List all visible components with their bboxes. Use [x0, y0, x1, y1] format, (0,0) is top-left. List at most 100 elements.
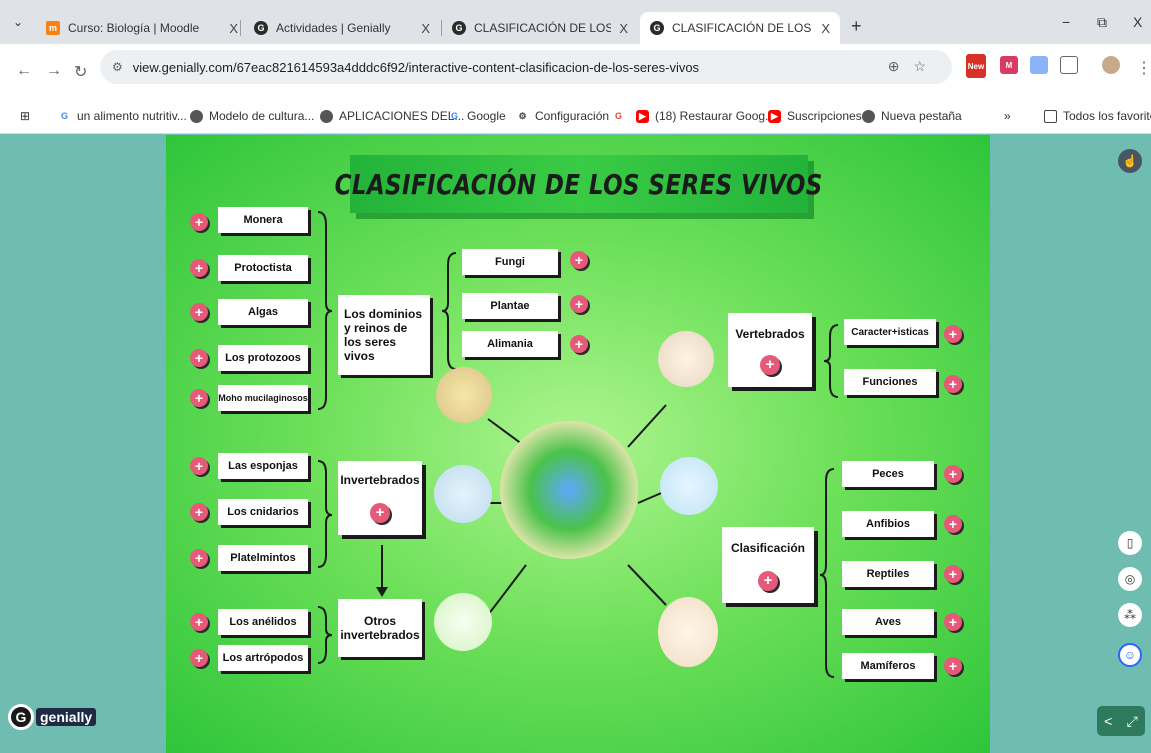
all-bookmarks-folder[interactable]: Todos los favoritos [1044, 109, 1151, 123]
bookmark-label: Google [467, 109, 506, 123]
plus-button-cnidarios[interactable]: + [190, 503, 208, 521]
label-plantae: Plantae [462, 293, 558, 319]
bookmark-nueva-pestana[interactable]: Nueva pestaña [862, 109, 962, 123]
bookmarks-overflow-icon[interactable]: » [1004, 109, 1011, 123]
plus-button-mamiferos[interactable]: + [944, 657, 962, 675]
audio-icon[interactable]: ◎ [1118, 567, 1142, 591]
invertebrados-card: Invertebrados + [338, 461, 422, 535]
plus-button-caracteristicas[interactable]: + [944, 325, 962, 343]
tab-divider [240, 20, 241, 36]
tab-strip: ⌄ m Curso: Biología | Moodle X G Activid… [0, 0, 1151, 44]
plus-button-protozoos[interactable]: + [190, 349, 208, 367]
apps-grid-icon[interactable]: ⊞ [20, 109, 30, 123]
assistant-icon[interactable]: ☺ [1118, 643, 1142, 667]
plus-button-reptiles[interactable]: + [944, 565, 962, 583]
browser-menu-icon[interactable]: ⋮ [1136, 58, 1151, 78]
plus-button-vertebrados[interactable]: + [760, 355, 780, 375]
bookmark-label: (18) Restaurar Goog... [655, 109, 776, 123]
new-tab-button[interactable]: + [851, 16, 862, 37]
plus-button-anelidos[interactable]: + [190, 613, 208, 631]
genially-icon: G [650, 21, 664, 35]
tab-close-icon[interactable]: X [421, 21, 430, 36]
google-icon: G [60, 111, 68, 121]
bookmark-restaurar[interactable]: ▶ (18) Restaurar Goog... [636, 109, 775, 123]
tab-close-icon[interactable]: X [619, 21, 628, 36]
plus-button-protoctista[interactable]: + [190, 259, 208, 277]
new-extension-icon[interactable]: New [966, 54, 986, 78]
plus-button-clasificacion[interactable]: + [758, 571, 778, 591]
label-esponjas: Las esponjas [218, 453, 308, 479]
plus-button-esponjas[interactable]: + [190, 457, 208, 475]
share-icon[interactable]: < [1104, 713, 1112, 729]
gear-icon: ⚙ [518, 110, 527, 121]
plus-button-invertebrados[interactable]: + [370, 503, 390, 523]
tab-genially-activities[interactable]: G Actividades | Genially X [244, 12, 440, 44]
bookmark-star-icon[interactable]: ☆ [913, 58, 940, 74]
docs-extension-icon[interactable] [1030, 56, 1048, 74]
fullscreen-icon[interactable]: ⤢ [1127, 713, 1138, 730]
bookmark-google-g[interactable]: G [612, 109, 631, 122]
label-reptiles: Reptiles [842, 561, 934, 587]
plus-button-moho[interactable]: + [190, 389, 208, 407]
browser-window: ⌄ m Curso: Biología | Moodle X G Activid… [0, 0, 1151, 753]
slide-title: CLASIFICACIÓN DE LOS SERES VIVOS [334, 167, 824, 201]
tab-moodle[interactable]: m Curso: Biología | Moodle X [36, 12, 248, 44]
plus-button-peces[interactable]: + [944, 465, 962, 483]
bookmarks-bar: ⊞ Gun alimento nutritiv... Modelo de cul… [0, 100, 1151, 134]
forward-icon[interactable]: → [46, 62, 62, 80]
bookmark-label: Configuración [535, 109, 610, 123]
tab-clasificacion-1[interactable]: G CLASIFICACIÓN DE LOS SERES X [442, 12, 638, 44]
plus-button-platelmintos[interactable]: + [190, 549, 208, 567]
invertebrados-title: Invertebrados [340, 473, 420, 487]
bookmark-label: APLICACIONES DEL... [339, 109, 465, 123]
mendeley-extension-icon[interactable]: M [1000, 56, 1018, 74]
zoom-icon[interactable]: ⊕ [888, 58, 914, 74]
address-bar[interactable]: ⚙ view.genially.com/67eac821614593a4dddc… [100, 50, 952, 84]
new-badge: New [967, 61, 985, 71]
bookmark-suscripciones[interactable]: ▶ Suscripciones [768, 109, 862, 123]
plus-button-monera[interactable]: + [190, 213, 208, 231]
back-icon[interactable]: ← [16, 62, 32, 80]
genially-logo[interactable]: G genially [8, 704, 97, 730]
tab-close-icon[interactable]: X [821, 21, 830, 36]
close-window-button[interactable]: X [1133, 14, 1142, 30]
tab-clasificacion-active[interactable]: G CLASIFICACIÓN DE LOS SERES X [640, 12, 840, 44]
site-info-icon[interactable]: ⚙ [112, 60, 123, 74]
bookmark-aplicaciones[interactable]: APLICACIONES DEL... [320, 109, 464, 123]
bookmark-alimento[interactable]: Gun alimento nutritiv... [58, 109, 187, 123]
slide-title-banner: CLASIFICACIÓN DE LOS SERES VIVOS [335, 155, 823, 213]
moodle-icon: m [46, 21, 60, 35]
label-funciones: Funciones [844, 369, 936, 395]
plus-button-artropodos[interactable]: + [190, 649, 208, 667]
minimize-button[interactable]: − [1062, 14, 1070, 30]
plus-button-fungi[interactable]: + [570, 251, 588, 269]
label-anfibios: Anfibios [842, 511, 934, 537]
label-aves: Aves [842, 609, 934, 635]
label-protoctista: Protoctista [218, 255, 308, 281]
tab-close-icon[interactable]: X [229, 21, 238, 36]
vertebrados-title: Vertebrados [735, 327, 805, 341]
bookmark-modelo[interactable]: Modelo de cultura... [190, 109, 314, 123]
reload-icon[interactable]: ↻ [74, 62, 87, 82]
plus-button-algas[interactable]: + [190, 303, 208, 321]
extensions-puzzle-icon[interactable] [1060, 56, 1078, 74]
genially-icon: G [452, 21, 466, 35]
bookmark-label: Nueva pestaña [881, 109, 962, 123]
plus-button-alimania[interactable]: + [570, 335, 588, 353]
bookmark-configuracion[interactable]: ⚙ Configuración [516, 109, 609, 123]
tab-search-chevron-icon[interactable]: ⌄ [8, 12, 28, 32]
plus-button-anfibios[interactable]: + [944, 515, 962, 533]
grid-icon[interactable]: ⁂ [1118, 603, 1142, 627]
bookmark-google[interactable]: G Google [448, 109, 506, 123]
plus-button-plantae[interactable]: + [570, 295, 588, 313]
restore-button[interactable]: ⧉ [1097, 14, 1107, 31]
share-fullscreen-controls: < ⤢ [1097, 706, 1145, 736]
bookmark-label: Todos los favoritos [1063, 109, 1151, 123]
label-peces: Peces [842, 461, 934, 487]
interaction-hand-icon[interactable]: ☝ [1118, 149, 1142, 173]
plus-button-funciones[interactable]: + [944, 375, 962, 393]
plus-button-aves[interactable]: + [944, 613, 962, 631]
book-icon[interactable]: ▯ [1118, 531, 1142, 555]
browser-toolbar: ← → ↻ ⚙ view.genially.com/67eac821614593… [0, 44, 1151, 100]
profile-avatar[interactable] [1102, 56, 1120, 74]
